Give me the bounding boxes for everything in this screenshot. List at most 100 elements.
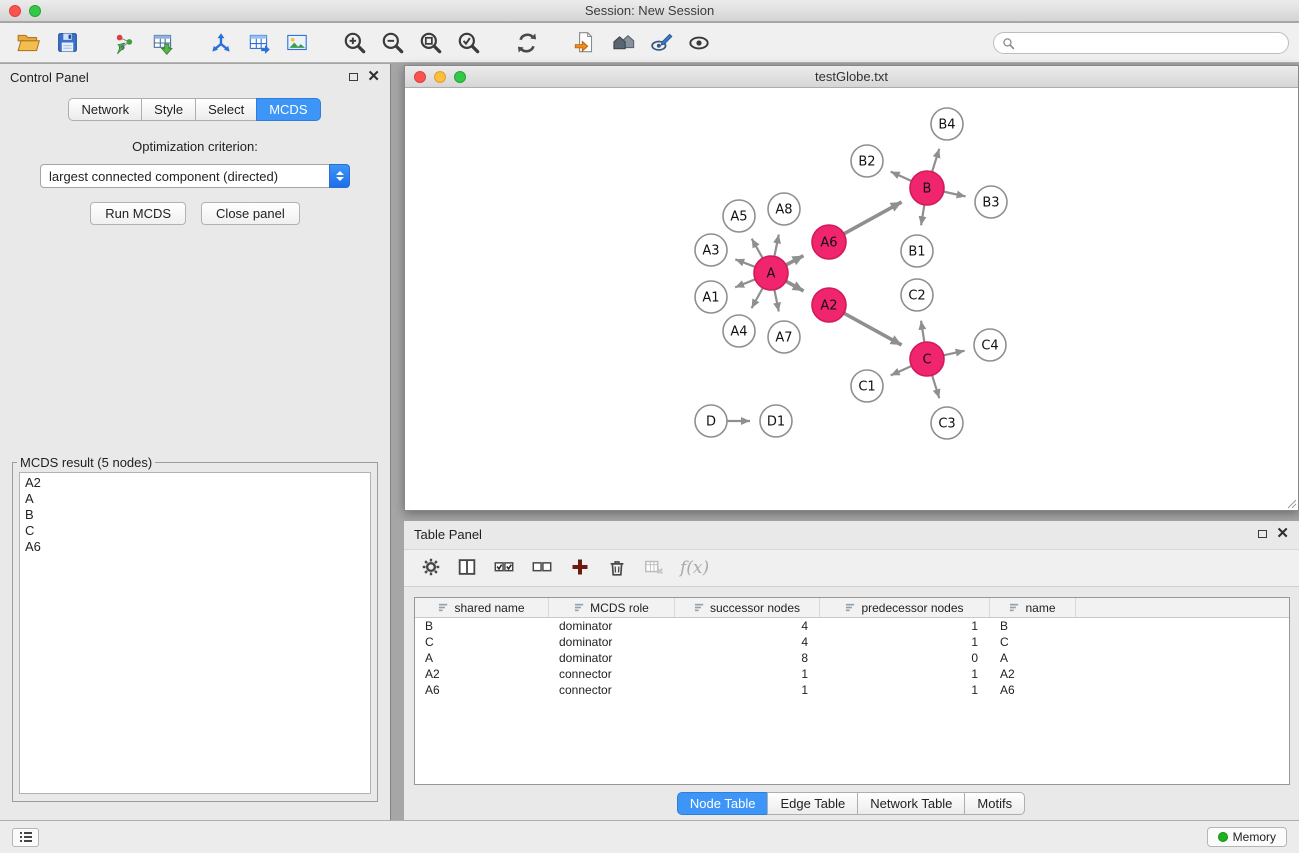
graph-edge-A6-B[interactable] — [844, 202, 902, 234]
graph-node-A2[interactable]: A2 — [812, 288, 846, 322]
graph-edge-A-A7[interactable] — [774, 290, 778, 312]
export-document-button[interactable] — [566, 27, 604, 59]
column-header-successor-nodes[interactable]: successor nodes — [675, 598, 820, 617]
table-row[interactable]: Bdominator41B — [415, 618, 1289, 634]
graph-node-C1[interactable]: C1 — [851, 370, 883, 402]
graph-node-C3[interactable]: C3 — [931, 407, 963, 439]
tab-motifs[interactable]: Motifs — [964, 792, 1025, 815]
function-builder-button[interactable]: f(x) — [680, 558, 709, 578]
column-header-predecessor-nodes[interactable]: predecessor nodes — [820, 598, 990, 617]
add-row-button[interactable] — [568, 555, 592, 582]
graph-node-A4[interactable]: A4 — [723, 315, 755, 347]
graph-node-A7[interactable]: A7 — [768, 321, 800, 353]
graph-edge-C-C3[interactable] — [932, 375, 939, 398]
graph-edge-B-B2[interactable] — [891, 172, 912, 181]
graph-node-A[interactable]: A — [754, 256, 788, 290]
graph-node-A3[interactable]: A3 — [695, 234, 727, 266]
network-window-titlebar[interactable]: testGlobe.txt — [405, 66, 1298, 88]
tab-mcds[interactable]: MCDS — [256, 98, 320, 121]
maximize-network-button[interactable] — [454, 71, 466, 83]
graph-node-A5[interactable]: A5 — [723, 200, 755, 232]
close-network-button[interactable] — [414, 71, 426, 83]
graph-node-A6[interactable]: A6 — [812, 225, 846, 259]
run-mcds-button[interactable]: Run MCDS — [90, 202, 186, 225]
zoom-window-button[interactable] — [29, 5, 41, 17]
mcds-result-list[interactable]: A2ABCA6 — [19, 472, 371, 794]
column-chooser-button[interactable] — [456, 556, 478, 581]
delete-row-button[interactable] — [606, 556, 628, 581]
task-history-button[interactable] — [12, 828, 39, 847]
graph-node-C[interactable]: C — [910, 342, 944, 376]
graph-edge-A2-C[interactable] — [844, 313, 902, 345]
graph-edge-A-A3[interactable] — [735, 259, 755, 267]
table-row[interactable]: A2connector11A2 — [415, 666, 1289, 682]
save-session-button[interactable] — [48, 27, 86, 59]
graph-node-B1[interactable]: B1 — [901, 235, 933, 267]
zoom-selected-button[interactable] — [450, 27, 488, 59]
graph-edge-B-B4[interactable] — [932, 149, 939, 172]
graph-edge-C-C4[interactable] — [944, 351, 965, 356]
graph-edge-C-C2[interactable] — [921, 321, 924, 343]
tab-network[interactable]: Network — [68, 98, 142, 121]
graph-edge-C-C1[interactable] — [891, 366, 912, 375]
column-header-name[interactable]: name — [990, 598, 1076, 617]
graph-node-C2[interactable]: C2 — [901, 279, 933, 311]
graph-node-D[interactable]: D — [695, 405, 727, 437]
export-image-button[interactable] — [278, 27, 316, 59]
zoom-fit-button[interactable] — [412, 27, 450, 59]
close-table-panel-icon[interactable]: ✕ — [1276, 529, 1289, 539]
graph-node-B3[interactable]: B3 — [975, 186, 1007, 218]
result-item[interactable]: A2 — [25, 475, 365, 491]
graph-edge-A-A8[interactable] — [774, 234, 778, 256]
unselect-all-button[interactable] — [530, 556, 554, 581]
network-canvas[interactable]: B4B2BB3A5A8A6A3B1AC2A1A2A4A7C4CC1DD1C3 — [405, 89, 1298, 510]
zoom-in-button[interactable] — [336, 27, 374, 59]
graph-edge-A-A5[interactable] — [752, 239, 763, 259]
import-network-button[interactable] — [106, 27, 144, 59]
delete-table-button[interactable] — [642, 556, 666, 581]
tab-select[interactable]: Select — [195, 98, 257, 121]
dropdown-stepper[interactable] — [329, 164, 350, 188]
show-all-networks-button[interactable] — [604, 27, 642, 59]
close-panel-icon[interactable]: ✕ — [367, 72, 380, 82]
open-session-button[interactable] — [10, 27, 48, 59]
minimize-network-button[interactable] — [434, 71, 446, 83]
refresh-button[interactable] — [508, 27, 546, 59]
graph-node-B4[interactable]: B4 — [931, 108, 963, 140]
column-header-shared-name[interactable]: shared name — [415, 598, 549, 617]
close-window-button[interactable] — [9, 5, 21, 17]
result-item[interactable]: A — [25, 491, 365, 507]
zoom-out-button[interactable] — [374, 27, 412, 59]
table-row[interactable]: A6connector11A6 — [415, 682, 1289, 698]
graph-edge-A-A2[interactable] — [786, 281, 804, 291]
graph-edge-A-A1[interactable] — [735, 279, 755, 287]
graph-node-B[interactable]: B — [910, 171, 944, 205]
search-field[interactable] — [993, 32, 1289, 54]
result-item[interactable]: B — [25, 507, 365, 523]
tab-network-table[interactable]: Network Table — [857, 792, 965, 815]
view-settings-button[interactable] — [642, 27, 680, 59]
graph-node-B2[interactable]: B2 — [851, 145, 883, 177]
tab-edge-table[interactable]: Edge Table — [767, 792, 858, 815]
tab-style[interactable]: Style — [141, 98, 196, 121]
graph-edge-B-B3[interactable] — [944, 192, 966, 197]
birdseye-view-button[interactable] — [680, 27, 718, 59]
table-settings-button[interactable] — [420, 556, 442, 581]
column-header-mcds-role[interactable]: MCDS role — [549, 598, 675, 617]
import-table-button[interactable] — [144, 27, 182, 59]
search-input[interactable] — [1019, 36, 1280, 50]
graph-node-C4[interactable]: C4 — [974, 329, 1006, 361]
result-item[interactable]: C — [25, 523, 365, 539]
export-network-button[interactable] — [202, 27, 240, 59]
graph-node-A1[interactable]: A1 — [695, 281, 727, 313]
graph-edge-B-B1[interactable] — [921, 205, 924, 226]
table-row[interactable]: Adominator80A — [415, 650, 1289, 666]
export-table-button[interactable] — [240, 27, 278, 59]
float-panel-icon[interactable] — [349, 73, 358, 81]
float-table-panel-icon[interactable] — [1258, 530, 1267, 538]
criterion-dropdown[interactable]: largest connected component (directed) — [40, 164, 350, 188]
tab-node-table[interactable]: Node Table — [677, 792, 769, 815]
memory-button[interactable]: Memory — [1207, 827, 1287, 847]
result-item[interactable]: A6 — [25, 539, 365, 555]
graph-edge-A-A6[interactable] — [786, 256, 803, 265]
